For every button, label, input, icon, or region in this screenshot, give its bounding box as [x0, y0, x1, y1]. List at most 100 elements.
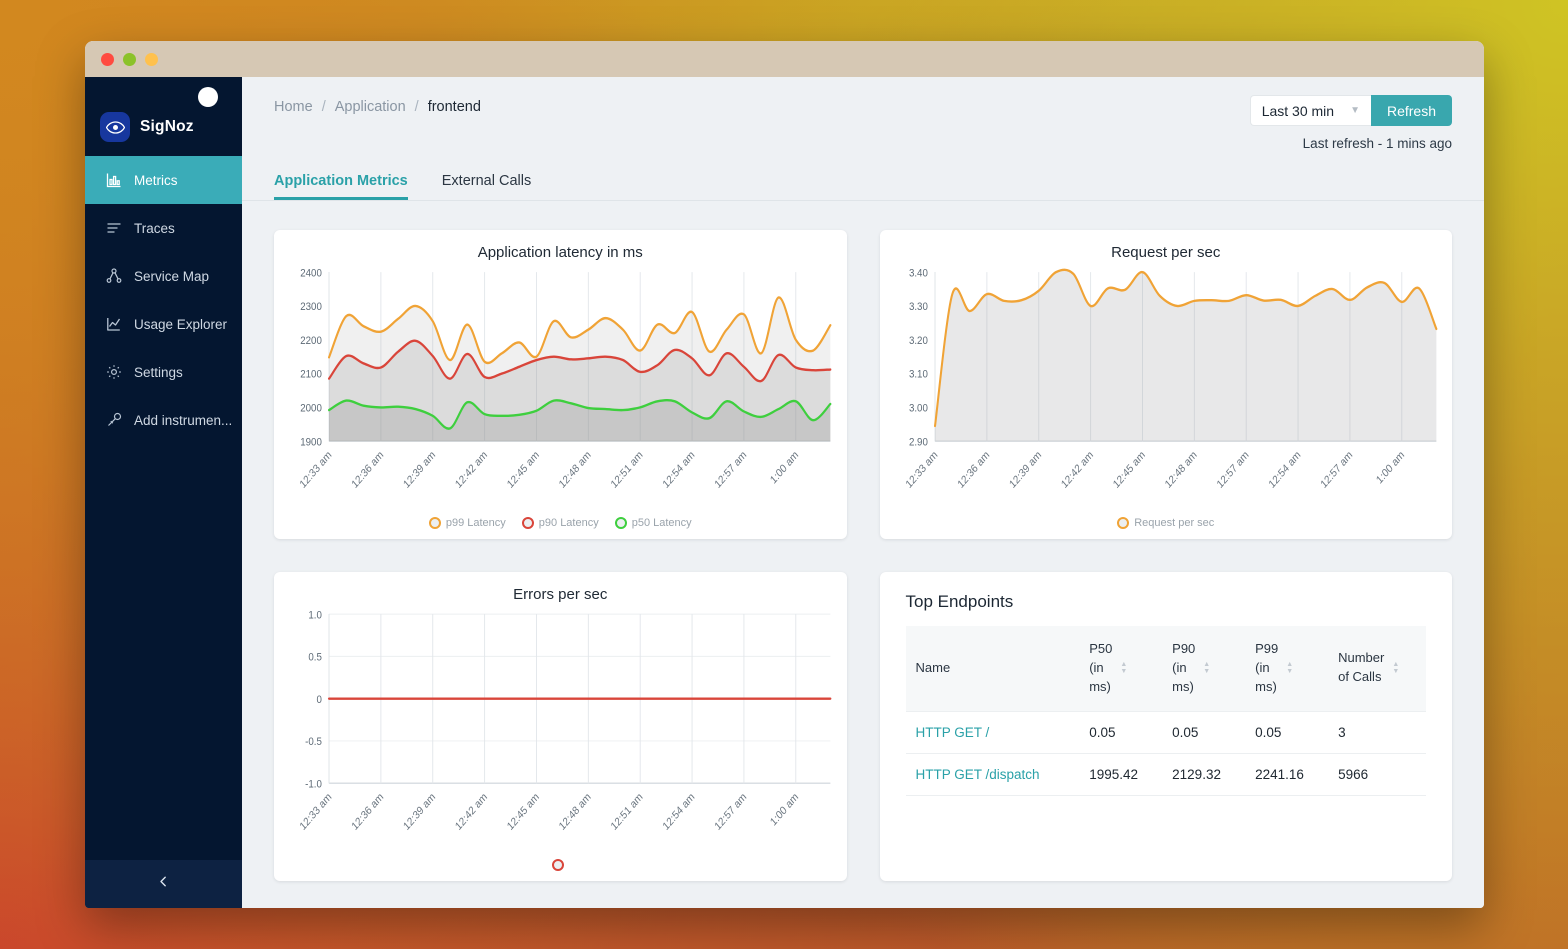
legend-label: p90 Latency	[539, 517, 599, 529]
svg-text:12:54 am: 12:54 am	[661, 448, 698, 491]
card-application-latency: Application latency in ms 19002000210022…	[274, 230, 847, 539]
breadcrumb-application[interactable]: Application	[335, 99, 406, 115]
svg-text:12:48 am: 12:48 am	[557, 790, 594, 833]
column-label: P90 (in ms)	[1172, 640, 1195, 697]
svg-text:12:45 am: 12:45 am	[505, 448, 542, 491]
legend-marker-p99	[429, 517, 441, 529]
column-header-calls[interactable]: Number of Calls ▲▼	[1328, 626, 1426, 711]
column-header-name[interactable]: Name	[906, 626, 1080, 711]
svg-text:12:48 am: 12:48 am	[557, 448, 594, 491]
svg-text:12:33 am: 12:33 am	[298, 448, 335, 491]
sidebar-item-usage-explorer[interactable]: Usage Explorer	[85, 300, 242, 348]
line-chart-icon	[105, 316, 122, 333]
breadcrumb: Home / Application / frontend	[274, 95, 481, 115]
sort-toggle-p50[interactable]: ▲▼	[1120, 661, 1127, 675]
brand-logo[interactable]: SigNoz	[100, 112, 194, 142]
breadcrumb-current: frontend	[428, 99, 481, 115]
sidebar-item-service-map[interactable]: Service Map	[85, 252, 242, 300]
legend-marker-p50	[615, 517, 627, 529]
legend-item[interactable]: p99 Latency	[429, 517, 506, 529]
legend-item[interactable]: p50 Latency	[615, 517, 692, 529]
svg-text:1:00 am: 1:00 am	[768, 448, 801, 486]
sidebar-item-label: Service Map	[134, 269, 209, 284]
chart-title: Application latency in ms	[284, 244, 837, 261]
chart-plot-errors[interactable]: -1.0-0.500.51.012:33 am12:36 am12:39 am1…	[284, 607, 837, 857]
cell-calls: 3	[1328, 711, 1426, 753]
chart-legend-latency: p99 Latency p90 Latency p50 Latency	[284, 515, 837, 533]
sidebar-item-label: Traces	[134, 221, 175, 236]
main-content: Home / Application / frontend Last 30 mi…	[242, 77, 1484, 908]
column-header-p90[interactable]: P90 (in ms) ▲▼	[1162, 626, 1245, 711]
sidebar-item-settings[interactable]: Settings	[85, 348, 242, 396]
svg-text:2200: 2200	[300, 334, 322, 347]
svg-text:12:45 am: 12:45 am	[1111, 448, 1148, 491]
legend-item[interactable]: Request per sec	[1117, 517, 1214, 529]
chart-plot-requests[interactable]: 2.903.003.103.203.303.4012:33 am12:36 am…	[890, 265, 1443, 515]
sidebar-item-metrics[interactable]: Metrics	[85, 156, 242, 204]
service-map-icon	[105, 268, 122, 285]
legend-label: Request per sec	[1134, 517, 1214, 529]
topbar-controls: Last 30 min ▼ Refresh Last refresh - 1 m…	[1250, 95, 1452, 151]
svg-text:1.0: 1.0	[308, 609, 322, 622]
chart-plot-latency[interactable]: 19002000210022002300240012:33 am12:36 am…	[284, 265, 837, 515]
table-row[interactable]: HTTP GET /dispatch 1995.42 2129.32 2241.…	[906, 753, 1427, 795]
sidebar-item-traces[interactable]: Traces	[85, 204, 242, 252]
legend-item[interactable]	[552, 859, 569, 871]
sidebar-collapse-button[interactable]	[85, 860, 242, 908]
minimize-window-button[interactable]	[123, 53, 136, 66]
legend-item[interactable]: p90 Latency	[522, 517, 599, 529]
svg-text:12:36 am: 12:36 am	[955, 448, 992, 491]
sidebar-item-add-instrumentation[interactable]: Add instrumen...	[85, 396, 242, 444]
svg-text:12:33 am: 12:33 am	[903, 448, 940, 491]
legend-marker-errors	[552, 859, 564, 871]
column-label: Name	[916, 659, 951, 678]
close-window-button[interactable]	[101, 53, 114, 66]
svg-text:12:39 am: 12:39 am	[401, 448, 438, 491]
svg-text:1:00 am: 1:00 am	[1374, 448, 1407, 486]
lines-icon	[105, 220, 122, 237]
legend-label: p50 Latency	[632, 517, 692, 529]
svg-text:12:42 am: 12:42 am	[453, 790, 490, 833]
sidebar-brand-area: SigNoz	[85, 77, 242, 156]
table-head: Name P50 (in ms) ▲▼	[906, 626, 1427, 711]
svg-text:3.10: 3.10	[908, 368, 927, 381]
svg-text:0: 0	[316, 693, 322, 706]
svg-text:12:57 am: 12:57 am	[1318, 448, 1355, 491]
maximize-window-button[interactable]	[145, 53, 158, 66]
svg-text:2400: 2400	[300, 267, 322, 280]
dashboard-grid: Application latency in ms 19002000210022…	[242, 201, 1484, 908]
time-range-select[interactable]: Last 30 min ▼	[1250, 95, 1371, 126]
app-window: SigNoz Metrics Traces	[85, 41, 1484, 908]
table-header-row: Name P50 (in ms) ▲▼	[906, 626, 1427, 711]
svg-text:1:00 am: 1:00 am	[768, 790, 801, 828]
svg-text:12:57 am: 12:57 am	[712, 448, 749, 491]
endpoints-table: Name P50 (in ms) ▲▼	[906, 626, 1427, 796]
chevron-left-icon	[157, 875, 170, 893]
svg-text:-0.5: -0.5	[305, 735, 322, 748]
svg-text:12:33 am: 12:33 am	[298, 790, 335, 833]
sort-toggle-p90[interactable]: ▲▼	[1203, 661, 1210, 675]
endpoint-link[interactable]: HTTP GET /	[906, 711, 1080, 753]
window-titlebar	[85, 41, 1484, 77]
endpoint-link[interactable]: HTTP GET /dispatch	[906, 753, 1080, 795]
avatar[interactable]	[198, 87, 218, 107]
sort-toggle-calls[interactable]: ▲▼	[1392, 661, 1399, 675]
column-label: P99 (in ms)	[1255, 640, 1278, 697]
tab-external-calls[interactable]: External Calls	[442, 173, 531, 200]
column-header-p50[interactable]: P50 (in ms) ▲▼	[1079, 626, 1162, 711]
svg-text:2300: 2300	[300, 300, 322, 313]
tab-application-metrics[interactable]: Application Metrics	[274, 173, 408, 200]
svg-text:2100: 2100	[300, 368, 322, 381]
cell-p50: 0.05	[1079, 711, 1162, 753]
chart-title: Request per sec	[890, 244, 1443, 261]
svg-text:12:45 am: 12:45 am	[505, 790, 542, 833]
column-label: P50 (in ms)	[1089, 640, 1112, 697]
svg-text:12:54 am: 12:54 am	[661, 790, 698, 833]
sidebar-item-label: Settings	[134, 365, 183, 380]
refresh-button[interactable]: Refresh	[1371, 95, 1452, 126]
breadcrumb-home[interactable]: Home	[274, 99, 313, 115]
column-header-p99[interactable]: P99 (in ms) ▲▼	[1245, 626, 1328, 711]
table-row[interactable]: HTTP GET / 0.05 0.05 0.05 3	[906, 711, 1427, 753]
sort-toggle-p99[interactable]: ▲▼	[1286, 661, 1293, 675]
svg-text:12:48 am: 12:48 am	[1162, 448, 1199, 491]
